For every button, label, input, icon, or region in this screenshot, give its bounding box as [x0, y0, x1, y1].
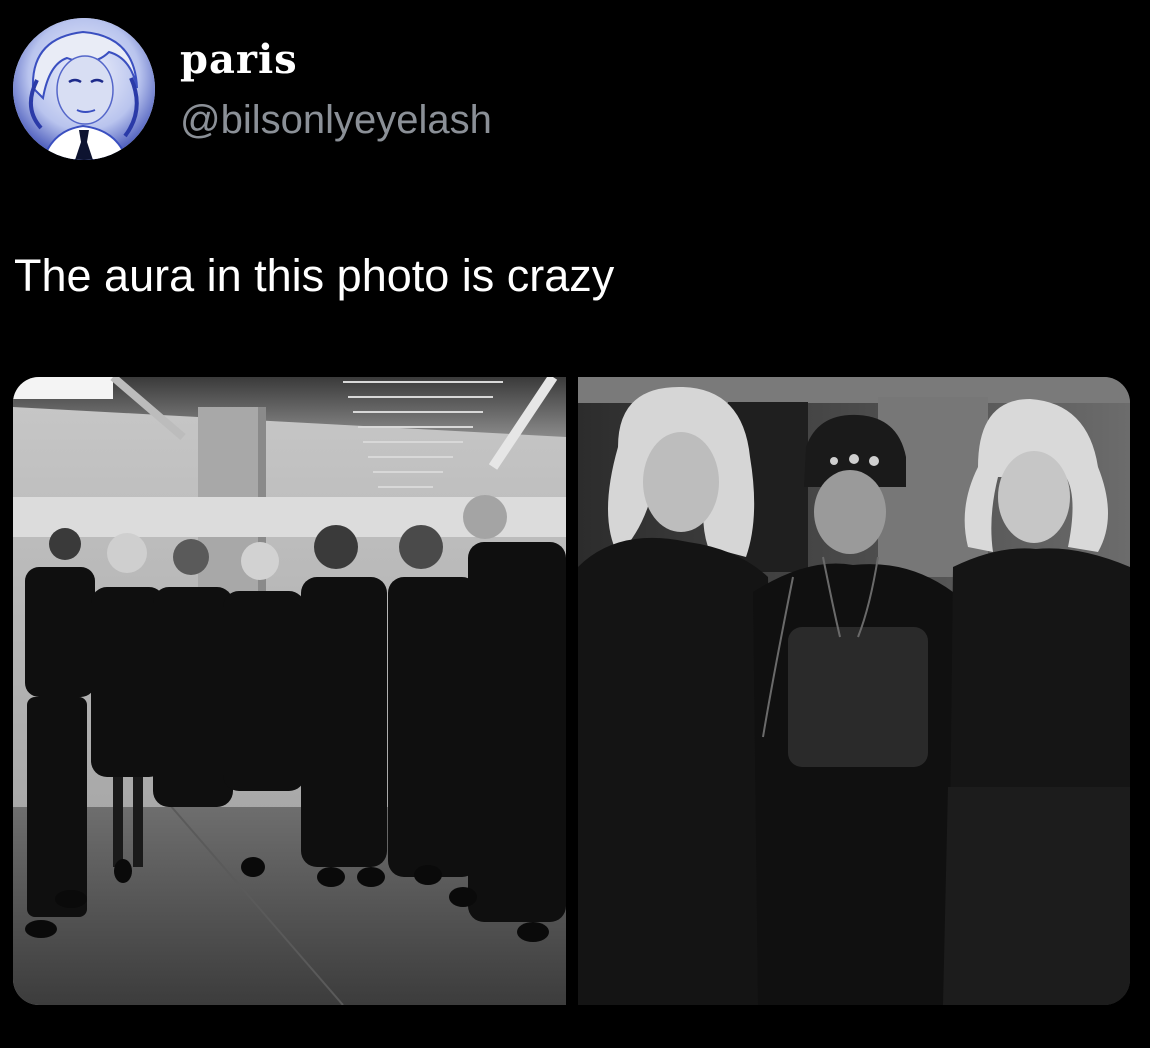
group-photo-image: [13, 377, 566, 1005]
avatar-image: [13, 18, 155, 160]
tweet-media-grid: [13, 377, 1130, 1005]
tweet-text: The aura in this photo is crazy: [14, 250, 615, 301]
avatar[interactable]: [13, 18, 155, 160]
author-handle[interactable]: @bilsonlyeyelash: [180, 96, 492, 144]
tweet: paris @bilsonlyeyelash The aura in this …: [0, 0, 1150, 1048]
trio-photo-image: [578, 377, 1130, 1005]
author-display-name[interactable]: paris: [180, 36, 298, 84]
media-photo-group[interactable]: [13, 377, 566, 1005]
media-photo-trio[interactable]: [578, 377, 1130, 1005]
